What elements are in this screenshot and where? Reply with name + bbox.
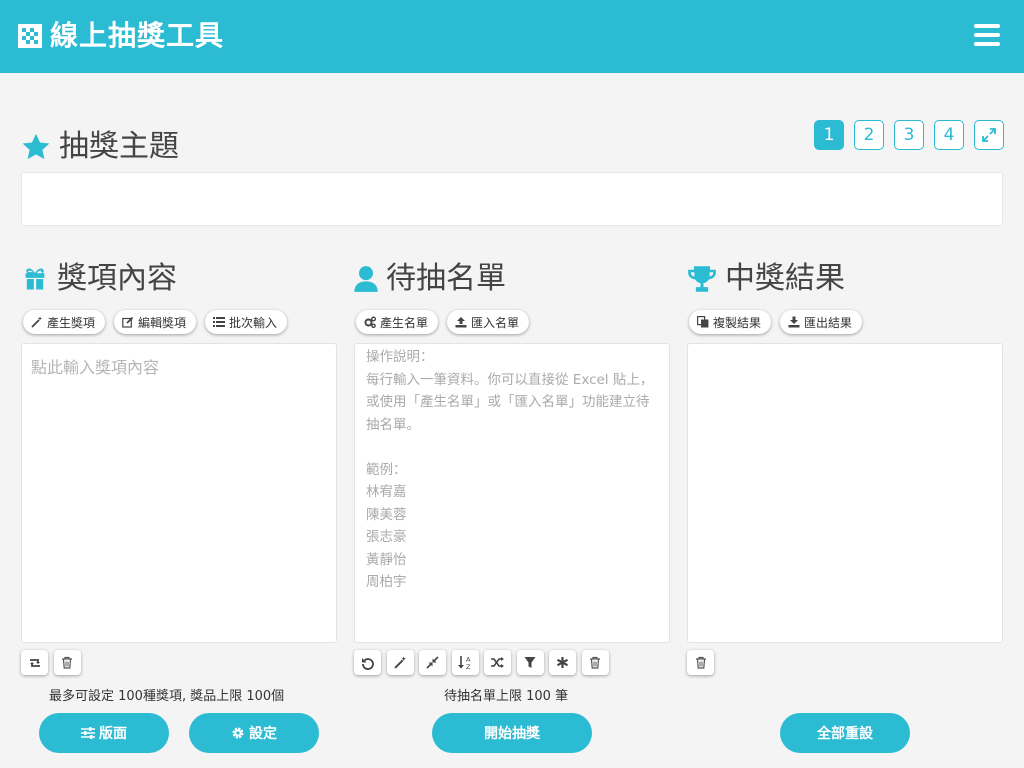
hamburger-icon-bar — [974, 42, 1000, 46]
magic-button[interactable] — [386, 650, 414, 675]
import-list-label: 匯入名單 — [471, 315, 520, 330]
page-button-1[interactable]: 1 — [814, 120, 844, 150]
page-switcher: 1 2 3 4 — [804, 120, 1004, 150]
edit-icon — [122, 316, 134, 328]
clear-results-button[interactable] — [687, 650, 714, 675]
layout-button-label: 版面 — [99, 726, 127, 742]
filter-icon — [524, 657, 536, 668]
repeat-button[interactable] — [21, 650, 48, 675]
asterisk-icon — [556, 657, 569, 668]
edit-prizes-label: 編輯獎項 — [138, 315, 187, 330]
download-icon — [788, 316, 800, 328]
clear-candidates-button[interactable] — [581, 650, 609, 675]
prizes-toolbar: 產生獎項 編輯獎項 批次輸入 — [23, 310, 296, 334]
reset-all-label: 全部重設 — [817, 726, 873, 742]
gear-icon — [232, 727, 244, 739]
generate-prizes-button[interactable]: 產生獎項 — [23, 310, 106, 334]
gift-icon — [25, 268, 45, 290]
compress-icon — [426, 656, 439, 669]
hamburger-menu-button[interactable] — [974, 24, 1000, 48]
svg-text:Z: Z — [466, 663, 471, 670]
results-toolbar: 複製結果 匯出結果 — [689, 310, 871, 334]
prizes-limit-note: 最多可設定 100種獎項, 獎品上限 100個 — [49, 689, 285, 704]
top-navbar: 線上抽獎工具 — [0, 0, 1024, 73]
candidates-icon-toolbar: AZ — [354, 650, 614, 675]
candidates-toolbar: 產生名單 匯入名單 — [356, 310, 538, 334]
reset-all-button[interactable]: 全部重設 — [780, 713, 910, 753]
candidates-help-text: 操作說明： 每行輸入一筆資料。你可以直接從 Excel 貼上，或使用「產生名單」… — [366, 349, 654, 590]
page-button-4[interactable]: 4 — [934, 120, 964, 150]
prizes-placeholder: 點此輸入獎項內容 — [31, 358, 160, 377]
prizes-heading: 獎項內容 — [21, 261, 177, 297]
batch-input-label: 批次輸入 — [229, 315, 278, 330]
settings-button-label: 設定 — [249, 726, 277, 742]
user-icon — [354, 266, 378, 292]
settings-button[interactable]: 設定 — [189, 713, 319, 753]
star-icon — [22, 133, 50, 160]
prizes-icon-toolbar — [21, 650, 86, 675]
fullscreen-button[interactable] — [974, 120, 1004, 150]
brand[interactable]: 線上抽獎工具 — [18, 18, 224, 54]
candidates-title: 待抽名單 — [386, 261, 506, 296]
sort-button[interactable]: AZ — [451, 650, 479, 675]
page-button-2[interactable]: 2 — [854, 120, 884, 150]
batch-input-button[interactable]: 批次輸入 — [205, 310, 288, 334]
trophy-icon — [688, 266, 716, 292]
trash-icon — [590, 656, 600, 669]
copy-results-button[interactable]: 複製結果 — [689, 310, 772, 334]
trash-icon — [695, 656, 706, 669]
page-button-3[interactable]: 3 — [894, 120, 924, 150]
hamburger-icon-bar — [974, 33, 1000, 37]
copy-results-label: 複製結果 — [713, 315, 762, 330]
topic-input[interactable] — [21, 172, 1003, 226]
edit-prizes-button[interactable]: 編輯獎項 — [114, 310, 197, 334]
checkerboard-icon — [18, 24, 42, 48]
export-results-button[interactable]: 匯出結果 — [780, 310, 863, 334]
app-title: 線上抽獎工具 — [50, 19, 225, 52]
generate-prizes-label: 產生獎項 — [47, 315, 96, 330]
shuffle-icon — [491, 657, 504, 668]
candidates-textarea[interactable]: 操作說明： 每行輸入一筆資料。你可以直接從 Excel 貼上，或使用「產生名單」… — [354, 343, 670, 643]
start-draw-label: 開始抽獎 — [484, 726, 540, 742]
clear-prizes-button[interactable] — [53, 650, 81, 675]
copy-icon — [697, 316, 709, 328]
shuffle-button[interactable] — [484, 650, 511, 675]
export-results-label: 匯出結果 — [804, 315, 853, 330]
topic-title: 抽獎主題 — [59, 129, 179, 164]
prizes-textarea[interactable]: 點此輸入獎項內容 — [21, 343, 337, 643]
asterisk-button[interactable] — [549, 650, 576, 675]
magic-wand-icon — [31, 316, 42, 328]
layout-button[interactable]: 版面 — [39, 713, 169, 753]
results-heading: 中獎結果 — [687, 261, 845, 297]
sort-alpha-icon: AZ — [458, 656, 471, 670]
candidates-heading: 待抽名單 — [354, 261, 506, 297]
undo-icon — [361, 657, 374, 670]
filter-button[interactable] — [516, 650, 544, 675]
candidates-limit-note: 待抽名單上限 100 筆 — [444, 689, 569, 704]
topic-heading: 抽獎主題 — [21, 129, 179, 165]
generate-list-button[interactable]: 產生名單 — [356, 310, 439, 334]
gears-icon — [364, 316, 376, 328]
generate-list-label: 產生名單 — [380, 315, 429, 330]
magic-wand-icon — [393, 656, 406, 669]
trash-icon — [62, 656, 72, 669]
compress-button[interactable] — [419, 650, 446, 675]
prizes-title: 獎項內容 — [57, 261, 177, 296]
results-title: 中獎結果 — [725, 261, 845, 296]
expand-icon — [982, 128, 996, 142]
start-draw-button[interactable]: 開始抽獎 — [432, 713, 592, 753]
hamburger-icon-bar — [974, 24, 1000, 28]
list-icon — [213, 317, 226, 327]
results-textarea[interactable] — [687, 343, 1003, 643]
import-list-button[interactable]: 匯入名單 — [447, 310, 530, 334]
results-icon-toolbar — [687, 650, 720, 675]
upload-icon — [455, 317, 467, 328]
retweet-icon — [29, 658, 40, 667]
sliders-icon — [81, 727, 95, 739]
undo-button[interactable] — [354, 650, 381, 675]
